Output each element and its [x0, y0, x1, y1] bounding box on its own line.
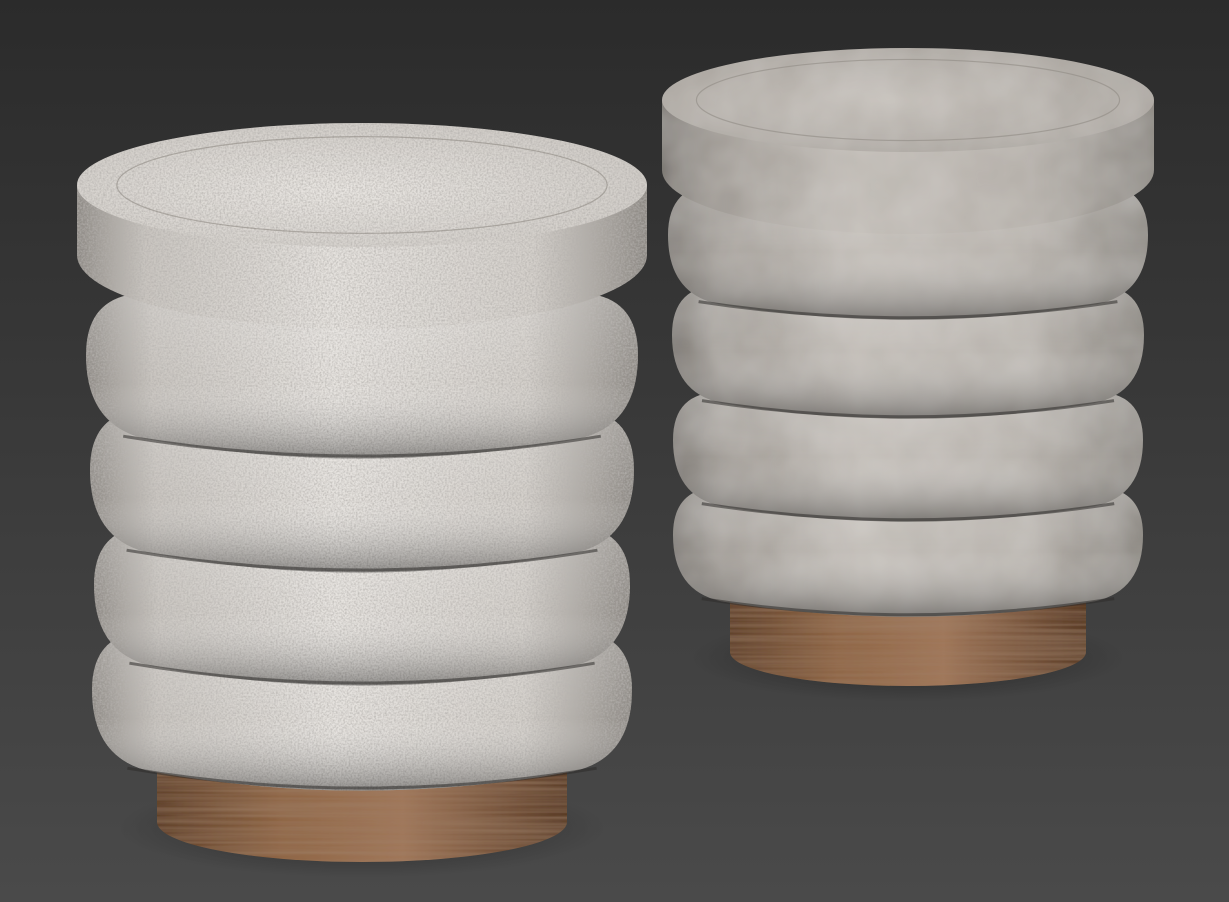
velvet-fabric-seat-top [662, 48, 1154, 234]
render-viewport [0, 0, 1229, 902]
boucle-fabric-seat-top [77, 123, 647, 329]
velvet-ottoman [662, 48, 1154, 702]
ottoman-render [0, 0, 1229, 902]
boucle-ottoman [77, 123, 647, 878]
